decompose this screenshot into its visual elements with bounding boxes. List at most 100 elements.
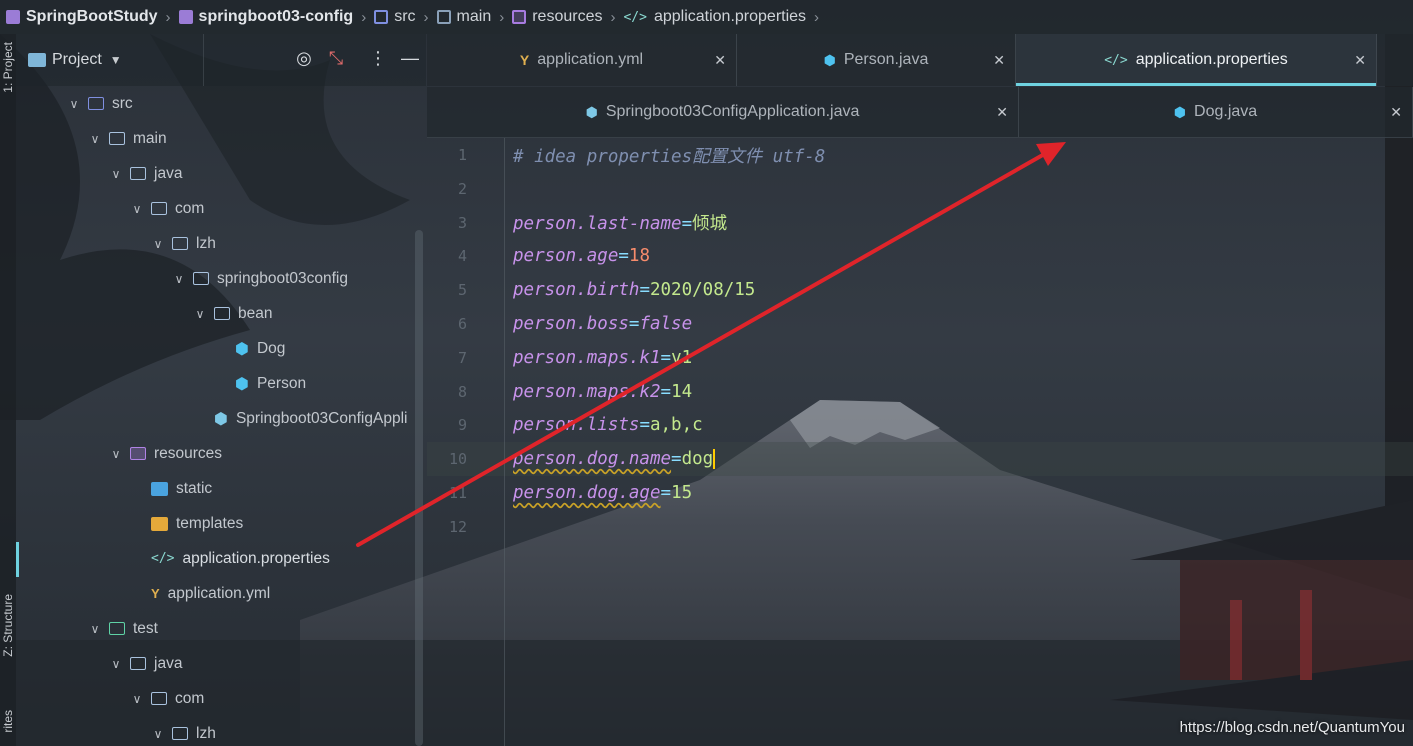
code-text: person.age=18 — [513, 246, 650, 266]
equals-sign: = — [618, 246, 629, 267]
folder-icon — [172, 727, 188, 740]
tree-node[interactable]: Yapplication.yml — [16, 576, 426, 611]
tree-node[interactable]: static — [16, 471, 426, 506]
code-text: person.last-name=倾城 — [513, 210, 727, 235]
tree-node[interactable]: ∨ src — [16, 86, 426, 121]
tree-node[interactable]: ∨ test — [16, 611, 426, 646]
chevron-down-icon[interactable]: ∨ — [171, 272, 187, 286]
chevron-down-icon[interactable]: ∨ — [87, 132, 103, 146]
editor-tab[interactable]: ⬢ Dog.java ✕ — [1019, 87, 1413, 137]
tree-node[interactable]: ⬢ Dog — [16, 331, 426, 366]
chevron-down-icon[interactable]: ∨ — [108, 447, 124, 461]
tree-node[interactable]: ∨ main — [16, 121, 426, 156]
code-text: person.boss=false — [513, 314, 692, 334]
property-value: 倾城 — [692, 214, 728, 235]
module-icon — [178, 10, 193, 24]
tree-node-label: java — [154, 654, 183, 672]
close-icon[interactable]: ✕ — [993, 52, 1005, 69]
chevron-down-icon[interactable]: ∨ — [150, 237, 166, 251]
hide-panel-icon[interactable]: — — [398, 48, 422, 69]
chevron-down-icon[interactable]: ∨ — [129, 692, 145, 706]
breadcrumb-file[interactable]: </> application.properties — [623, 8, 806, 26]
code-line[interactable]: 11 person.dog.age=15 — [427, 476, 1413, 510]
close-icon[interactable]: ✕ — [714, 52, 726, 69]
project-view-selector[interactable]: Project ▼ — [16, 34, 204, 86]
code-line[interactable]: 9 person.lists=a,b,c — [427, 408, 1413, 442]
tab-label: Dog.java — [1194, 103, 1258, 120]
java-class-icon: ⬢ — [823, 51, 836, 68]
folder-icon — [193, 272, 209, 285]
editor-tabs-row-1: Yapplication.yml ✕ ⬢ Person.java ✕ </> applica… — [427, 34, 1413, 86]
breadcrumb-src[interactable]: src — [374, 8, 416, 26]
tree-node[interactable]: ∨ lzh — [16, 226, 426, 261]
collapse-all-icon[interactable]: ⤡ — [324, 48, 348, 69]
code-editor[interactable]: 1 # idea properties配置文件 utf-8 2 3 person.las… — [427, 138, 1413, 746]
property-key: person.maps.k1 — [513, 347, 661, 368]
chevron-down-icon[interactable]: ∨ — [108, 657, 124, 671]
tree-node[interactable]: ∨ lzh — [16, 716, 426, 746]
code-line[interactable]: 10 person.dog.name=dog — [427, 442, 1413, 477]
editor-tab[interactable]: Yapplication.yml ✕ — [427, 34, 737, 86]
close-icon[interactable]: ✕ — [1390, 104, 1402, 121]
code-line[interactable]: 2 — [427, 172, 1413, 206]
editor-tab[interactable]: ⬢ Person.java ✕ — [737, 34, 1016, 86]
src-folder-icon — [88, 97, 104, 110]
tree-scrollbar[interactable] — [415, 230, 423, 746]
breadcrumb-resources[interactable]: resources — [512, 8, 602, 26]
tree-node-label: application.yml — [167, 584, 271, 602]
tree-node-label: com — [175, 689, 205, 707]
code-line[interactable]: 4 person.age=18 — [427, 239, 1413, 273]
property-value: 2020/08/15 — [649, 280, 756, 301]
equals-sign: = — [681, 214, 693, 235]
java-class-icon: ⬢ — [235, 375, 249, 393]
chevron-down-icon[interactable]: ∨ — [192, 307, 208, 321]
code-line[interactable]: 1 # idea properties配置文件 utf-8 — [427, 138, 1413, 172]
locate-target-icon[interactable]: ◎ — [292, 48, 316, 69]
tree-node[interactable]: </> application.properties — [16, 541, 426, 576]
code-line[interactable]: 8 person.maps.k2=14 — [427, 375, 1413, 409]
tool-window-favorites[interactable]: rites — [1, 710, 15, 733]
chevron-down-icon[interactable]: ∨ — [66, 97, 82, 111]
chevron-down-icon[interactable]: ∨ — [108, 167, 124, 181]
breadcrumb-main[interactable]: main — [436, 8, 491, 26]
tool-window-project[interactable]: 1: Project — [1, 42, 15, 93]
tree-node[interactable]: ∨ java — [16, 156, 426, 191]
left-tool-strip: 1: Project Z: Structure rites — [0, 34, 16, 746]
chevron-down-icon[interactable]: ∨ — [87, 622, 103, 636]
breadcrumb-module[interactable]: springboot03-config — [178, 8, 353, 26]
tree-node[interactable]: ∨ com — [16, 191, 426, 226]
tree-node-label: main — [133, 129, 167, 147]
tree-node[interactable]: ∨ com — [16, 681, 426, 716]
tool-window-structure[interactable]: Z: Structure — [1, 594, 15, 657]
tree-node[interactable]: ∨ resources — [16, 436, 426, 471]
close-icon[interactable]: ✕ — [996, 104, 1008, 121]
tree-node[interactable]: ∨ springboot03config — [16, 261, 426, 296]
tree-node[interactable]: ∨ bean — [16, 296, 426, 331]
code-line[interactable]: 3 person.last-name=倾城 — [427, 206, 1413, 240]
code-line[interactable]: 6 person.boss=false — [427, 307, 1413, 341]
yml-file-icon: Y — [151, 586, 160, 601]
code-line[interactable]: 5 person.birth=2020/08/15 — [427, 273, 1413, 307]
comment-text: # idea properties配置文件 utf-8 — [513, 146, 826, 167]
code-line[interactable]: 12 — [427, 510, 1413, 544]
editor-tab[interactable]: ⬢ Springboot03ConfigApplication.java ✕ — [427, 87, 1019, 137]
java-class-icon: ⬢ — [235, 340, 249, 358]
tree-node-label: Person — [256, 374, 307, 392]
breadcrumb-project[interactable]: SpringBootStudy — [6, 8, 158, 26]
editor-tab[interactable]: </> application.properties ✕ — [1016, 34, 1377, 86]
project-panel-header: Project ▼ ◎ ⤡ ⋮ — — [16, 34, 426, 86]
tree-node[interactable]: templates — [16, 506, 426, 541]
more-options-icon[interactable]: ⋮ — [366, 48, 390, 69]
text-cursor — [713, 449, 716, 470]
tree-node[interactable]: ⬢ Springboot03ConfigAppli — [16, 401, 426, 436]
tree-node[interactable]: ∨ java — [16, 646, 426, 681]
property-value: v1 — [671, 347, 693, 368]
chevron-down-icon[interactable]: ∨ — [129, 202, 145, 216]
tree-node[interactable]: ⬢ Person — [16, 366, 426, 401]
line-number: 1 — [457, 146, 467, 164]
chevron-down-icon[interactable]: ∨ — [150, 727, 166, 741]
close-icon[interactable]: ✕ — [1354, 52, 1366, 69]
code-line[interactable]: 7 person.maps.k1=v1 — [427, 341, 1413, 375]
line-number: 7 — [457, 348, 467, 367]
line-number: 12 — [448, 517, 467, 536]
